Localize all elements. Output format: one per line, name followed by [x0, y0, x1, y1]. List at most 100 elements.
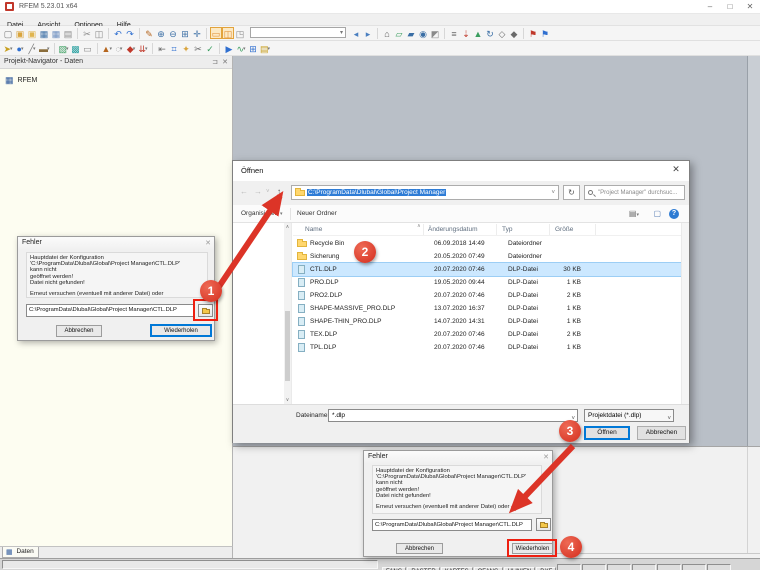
file-row-tex-dlp[interactable]: TEX.DLP20.07.2020 07:46DLP-Datei2 KB [293, 328, 681, 341]
generate-model-icon[interactable]: ✦ [180, 42, 192, 54]
new-node-caret-icon[interactable]: ▾ [21, 46, 24, 52]
perspective-icon[interactable]: ◆ [508, 27, 520, 39]
results-icon[interactable]: ∿▾ [235, 42, 247, 54]
new-line-caret-icon[interactable]: ▾ [33, 46, 36, 52]
toolbar-model-combobox[interactable]: ▾ [250, 27, 346, 38]
support-caret-icon[interactable]: ▾ [109, 46, 112, 52]
column-header-name[interactable]: Name [305, 226, 322, 233]
dimension-icon[interactable]: ⇤ [156, 42, 168, 54]
flag-red-icon[interactable]: ⚑ [527, 27, 539, 39]
load-case-caret-icon[interactable]: ▾ [133, 46, 136, 52]
error-retry-button[interactable]: Wiederholen [150, 324, 212, 337]
filetype-caret-icon[interactable]: ˅ [667, 413, 671, 425]
recent-locations-icon[interactable]: ˅ [266, 189, 270, 195]
help-icon[interactable]: ? [669, 209, 679, 219]
column-separator[interactable] [423, 224, 424, 235]
zoom-window-icon[interactable]: ⊞ [179, 27, 191, 39]
open-file-icon[interactable]: ▣ [26, 27, 38, 39]
file-row-sicherung[interactable]: Sicherung20.05.2020 07:49Dateiordner [293, 250, 681, 263]
new-file-icon[interactable]: ▢ [2, 27, 14, 39]
new-node-icon[interactable]: ●▾ [14, 42, 26, 54]
window-mode-split-icon[interactable]: ◫ [222, 27, 234, 39]
load-case-icon[interactable]: ◆▾ [125, 42, 137, 54]
new-member-icon[interactable]: ▬▾ [38, 42, 51, 54]
file-row-tpl-dlp[interactable]: TPL.DLP20.07.2020 07:46DLP-Datei1 KB [293, 341, 681, 354]
error-cancel-button[interactable]: Abbrechen [396, 543, 443, 554]
file-row-shape-thin-pro-dlp[interactable]: SHAPE-THIN_PRO.DLP14.07.2020 14:31DLP-Da… [293, 315, 681, 328]
copy-icon[interactable]: ◫ [93, 27, 105, 39]
hinge-caret-icon[interactable]: ▾ [120, 46, 123, 52]
rotate-view-icon[interactable]: ↻ [484, 27, 496, 39]
edit-pencil-icon[interactable]: ✎ [143, 27, 155, 39]
search-input[interactable]: "Project Manager" durchsuc... [584, 185, 685, 200]
file-row-shape-massive-pro-dlp[interactable]: SHAPE-MASSIVE_PRO.DLP13.07.2020 16:37DLP… [293, 302, 681, 315]
new-surface-caret-icon[interactable]: ▾ [66, 46, 69, 52]
close-icon[interactable]: ✕ [740, 0, 760, 14]
member-load-caret-icon[interactable]: ▾ [145, 46, 148, 52]
report-caret-icon[interactable]: ▾ [268, 46, 271, 52]
file-row-recycle-bin[interactable]: Recycle Bin06.09.2018 14:49Dateiordner [293, 237, 681, 250]
address-bar[interactable]: C:\ProgramData\Dlubal\Global\Project Man… [291, 185, 559, 200]
support-icon[interactable]: ▲▾ [101, 42, 113, 54]
new-opening-icon[interactable]: ▭ [82, 42, 94, 54]
column-separator[interactable] [595, 224, 596, 235]
browse-button[interactable] [198, 304, 213, 317]
new-solid-icon[interactable]: ▩ [70, 42, 82, 54]
refresh-button[interactable]: ↻ [563, 185, 580, 200]
back-icon[interactable]: ← [240, 187, 248, 196]
address-caret-icon[interactable]: ˅ [551, 190, 555, 196]
show-supports-icon[interactable]: ▲ [472, 27, 484, 39]
redo-icon[interactable]: ↷ [124, 27, 136, 39]
filename-input[interactable]: *.dlp˅ [328, 409, 578, 422]
combobox-caret-icon[interactable]: ▾ [340, 29, 343, 36]
select-arrow-icon[interactable]: ➤▾ [2, 42, 14, 54]
view-mode-icon[interactable]: ▤▾ [629, 209, 639, 218]
show-loads-icon[interactable]: ⇣ [460, 27, 472, 39]
maximize-icon[interactable]: □ [720, 0, 740, 14]
nav-pane-scrollbar[interactable]: ∧ ∨ [284, 223, 291, 404]
error-cancel-button[interactable]: Abbrechen [56, 325, 102, 337]
new-surface-icon[interactable]: ▧▾ [58, 42, 70, 54]
forward-icon[interactable]: → [254, 187, 262, 196]
guidelines-icon[interactable]: ⌗ [168, 42, 180, 54]
minimize-icon[interactable]: – [700, 0, 720, 14]
filename-caret-icon[interactable]: ˅ [571, 413, 575, 425]
section-icon[interactable]: ✂ [192, 42, 204, 54]
tab-daten[interactable]: ▦ Daten [2, 547, 39, 558]
organize-button[interactable]: Organisieren ▾ [241, 210, 283, 217]
tree-item-rfem[interactable]: ▦ RFEM [5, 75, 37, 86]
isometric-view-icon[interactable]: ⌂ [381, 27, 393, 39]
pan-view-icon[interactable]: ✛ [191, 27, 203, 39]
scrollbar-thumb[interactable] [285, 311, 290, 381]
prev-view-icon[interactable]: ◂ [350, 27, 362, 39]
cut-icon[interactable]: ✂ [81, 27, 93, 39]
pin-icon[interactable]: ⊐ [212, 58, 218, 66]
column-header-gre[interactable]: Größe [555, 226, 573, 233]
new-member-caret-icon[interactable]: ▾ [47, 46, 50, 52]
view-plane-y-icon[interactable]: ▰ [405, 27, 417, 39]
preview-pane-icon[interactable]: ▢ [653, 209, 661, 218]
filetype-select[interactable]: Projektdatei (*.dlp)˅ [584, 409, 674, 422]
panel-close-icon[interactable]: ✕ [222, 58, 228, 66]
open-dialog-close-icon[interactable]: ✕ [663, 161, 689, 179]
file-row-ctl-dlp[interactable]: CTL.DLP20.07.2020 07:46DLP-Datei30 KB [293, 263, 681, 276]
report-icon[interactable]: ▤▾ [259, 42, 271, 54]
open-project-folder-icon[interactable]: ▣ [14, 27, 26, 39]
config-path-input[interactable]: C:\ProgramData\Dlubal\Global\Project Man… [26, 304, 194, 317]
new-folder-button[interactable]: Neuer Ordner [297, 210, 337, 217]
column-separator[interactable] [496, 224, 497, 235]
check-model-icon[interactable]: ✓ [204, 42, 216, 54]
error-close-icon[interactable]: ✕ [543, 453, 549, 461]
visibility-icon[interactable]: ◉ [417, 27, 429, 39]
calculate-icon[interactable]: ▶ [223, 42, 235, 54]
scroll-up-icon[interactable]: ∧ [284, 224, 291, 230]
tables-icon[interactable]: ⊞ [247, 42, 259, 54]
zoom-out-icon[interactable]: ⊖ [167, 27, 179, 39]
file-list-scrollbar[interactable] [681, 223, 689, 404]
axonometry-icon[interactable]: ◇ [496, 27, 508, 39]
new-line-icon[interactable]: ╱▾ [26, 42, 38, 54]
save-icon[interactable]: ▦ [38, 27, 50, 39]
cancel-button[interactable]: Abbrechen [637, 426, 686, 440]
config-path-input[interactable]: C:\ProgramData\Dlubal\Global\Project Man… [372, 519, 532, 531]
window-mode-single-icon[interactable]: ▭ [210, 27, 222, 39]
